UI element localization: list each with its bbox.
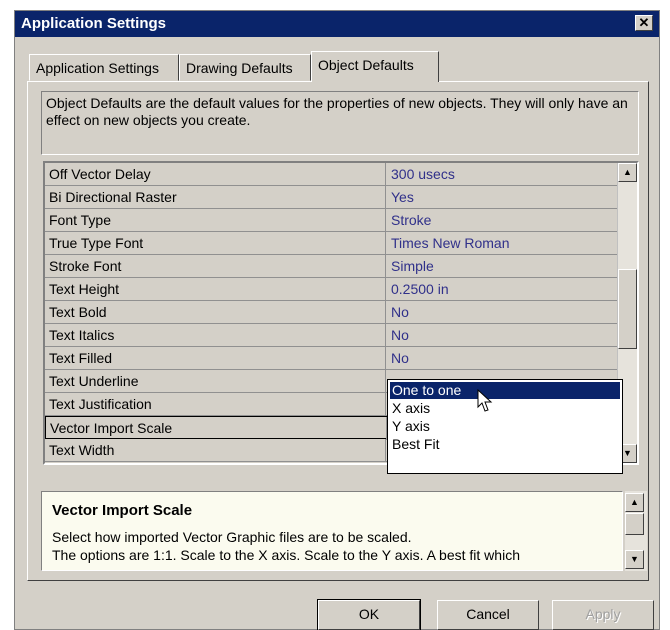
property-name: Vector Import Scale [50,420,173,436]
property-value[interactable]: Yes [391,189,414,205]
ok-button[interactable]: OK [317,599,421,630]
cancel-button[interactable]: Cancel [437,600,539,630]
help-scroll-thumb[interactable] [625,513,644,535]
dropdown-option-y-axis[interactable]: Y axis [390,418,620,435]
column-divider [385,255,386,278]
close-button[interactable]: ✕ [635,15,653,31]
help-scroll-up-button[interactable]: ▲ [625,493,644,512]
scroll-up-button[interactable]: ▲ [618,163,637,182]
property-name: Text Height [49,281,120,297]
title-bar: Application Settings ✕ [15,11,659,37]
help-box: Vector Import Scale Select how imported … [41,491,623,571]
property-row[interactable]: Font Type Stroke [45,209,619,232]
property-value[interactable]: Simple [391,258,434,274]
column-divider [385,209,386,232]
property-row[interactable]: Bi Directional Raster Yes [45,186,619,209]
property-name: Text Underline [49,373,139,389]
property-value[interactable]: No [391,350,409,366]
property-row[interactable]: Text Italics No [45,324,619,347]
window-title: Application Settings [21,15,167,32]
property-value[interactable]: Times New Roman [391,235,510,251]
property-value[interactable]: No [391,304,409,320]
scroll-thumb[interactable] [618,269,637,349]
dropdown-option-x-axis[interactable]: X axis [390,400,620,417]
column-divider [385,347,386,370]
property-row[interactable]: True Type Font Times New Roman [45,232,619,255]
column-divider [385,232,386,255]
column-divider [385,186,386,209]
help-text: Select how imported Vector Graphic files… [52,528,612,564]
property-name: Text Justification [49,396,152,412]
apply-button[interactable]: Apply [552,600,654,630]
tab-application-settings[interactable]: Application Settings [29,54,179,81]
property-name: Text Italics [49,327,115,343]
help-line: The options are 1:1. Scale to the X axis… [52,547,520,563]
property-value[interactable]: Stroke [391,212,431,228]
property-name: Text Width [49,442,115,458]
column-divider [385,324,386,347]
help-title: Vector Import Scale [52,502,193,519]
vector-import-scale-dropdown[interactable]: One to one X axis Y axis Best Fit [387,379,623,474]
help-line: Select how imported Vector Graphic files… [52,529,412,545]
column-divider [385,393,386,416]
dropdown-option-best-fit[interactable]: Best Fit [390,436,620,453]
property-name: Stroke Font [49,258,122,274]
property-name: Bi Directional Raster [49,189,177,205]
property-row[interactable]: Off Vector Delay 300 usecs [45,163,619,186]
property-name: True Type Font [49,235,144,251]
column-divider [385,370,386,393]
property-row[interactable]: Text Bold No [45,301,619,324]
column-divider [385,301,386,324]
up-arrow-icon: ▲ [630,497,639,507]
help-scrollbar[interactable]: ▲ ▼ [625,491,647,571]
down-arrow-icon: ▼ [623,448,632,458]
column-divider [385,163,386,186]
property-name: Off Vector Delay [49,166,151,182]
property-name: Text Bold [49,304,107,320]
property-row[interactable]: Stroke Font Simple [45,255,619,278]
column-divider [385,439,386,462]
description-text: Object Defaults are the default values f… [41,91,639,155]
property-row[interactable]: Text Height 0.2500 in [45,278,619,301]
down-arrow-icon: ▼ [630,554,639,564]
property-name: Font Type [49,212,112,228]
property-value[interactable]: 300 usecs [391,166,455,182]
mouse-pointer-icon [477,389,493,412]
help-scroll-down-button[interactable]: ▼ [625,550,644,569]
property-name: Text Filled [49,350,113,366]
tab-object-defaults[interactable]: Object Defaults [311,51,439,82]
up-arrow-icon: ▲ [623,167,632,177]
property-value[interactable]: No [391,327,409,343]
column-divider [385,278,386,301]
tab-drawing-defaults[interactable]: Drawing Defaults [179,54,311,81]
property-row[interactable]: Text Filled No [45,347,619,370]
property-value[interactable]: 0.2500 in [391,281,449,297]
dropdown-option-one-to-one[interactable]: One to one [390,382,620,399]
settings-dialog: Application Settings ✕ Application Setti… [14,10,660,630]
